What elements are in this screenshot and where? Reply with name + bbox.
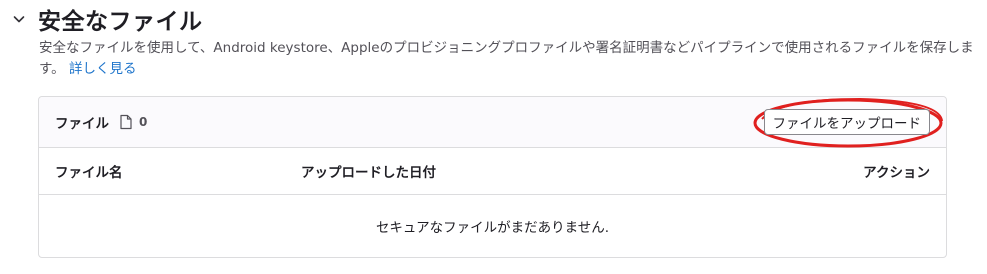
- empty-state-message: セキュアなファイルがまだありません.: [375, 220, 610, 236]
- secure-files-page: 安全なファイル 安全なファイルを使用して、Android keystore、Ap…: [0, 0, 987, 274]
- file-icon: [119, 114, 133, 130]
- secure-files-card: ファイル 0 ファイルをアップロード ファイル名 アップロードした日付 アクショ…: [38, 96, 947, 258]
- upload-file-button[interactable]: ファイルをアップロード: [763, 109, 930, 135]
- file-count: 0: [139, 115, 148, 129]
- section-description: 安全なファイルを使用して、Android keystore、Appleのプロビジ…: [39, 38, 979, 80]
- column-header-filename: ファイル名: [55, 165, 123, 181]
- column-header-upload-date: アップロードした日付: [301, 165, 436, 181]
- card-header: ファイル 0 ファイルをアップロード: [39, 97, 946, 148]
- section-title: 安全なファイル: [38, 9, 203, 35]
- card-title: ファイル: [55, 116, 109, 132]
- upload-button-wrap: ファイルをアップロード: [753, 97, 943, 148]
- table-header: ファイル名 アップロードした日付 アクション: [39, 148, 946, 195]
- learn-more-link[interactable]: 詳しく見る: [69, 61, 137, 77]
- section-header: 安全なファイル: [0, 2, 203, 36]
- chevron-down-icon[interactable]: [0, 2, 38, 36]
- description-text: 安全なファイルを使用して、Android keystore、Appleのプロビジ…: [39, 40, 974, 77]
- card-title-group: ファイル 0: [55, 112, 147, 132]
- column-header-actions: アクション: [863, 165, 930, 181]
